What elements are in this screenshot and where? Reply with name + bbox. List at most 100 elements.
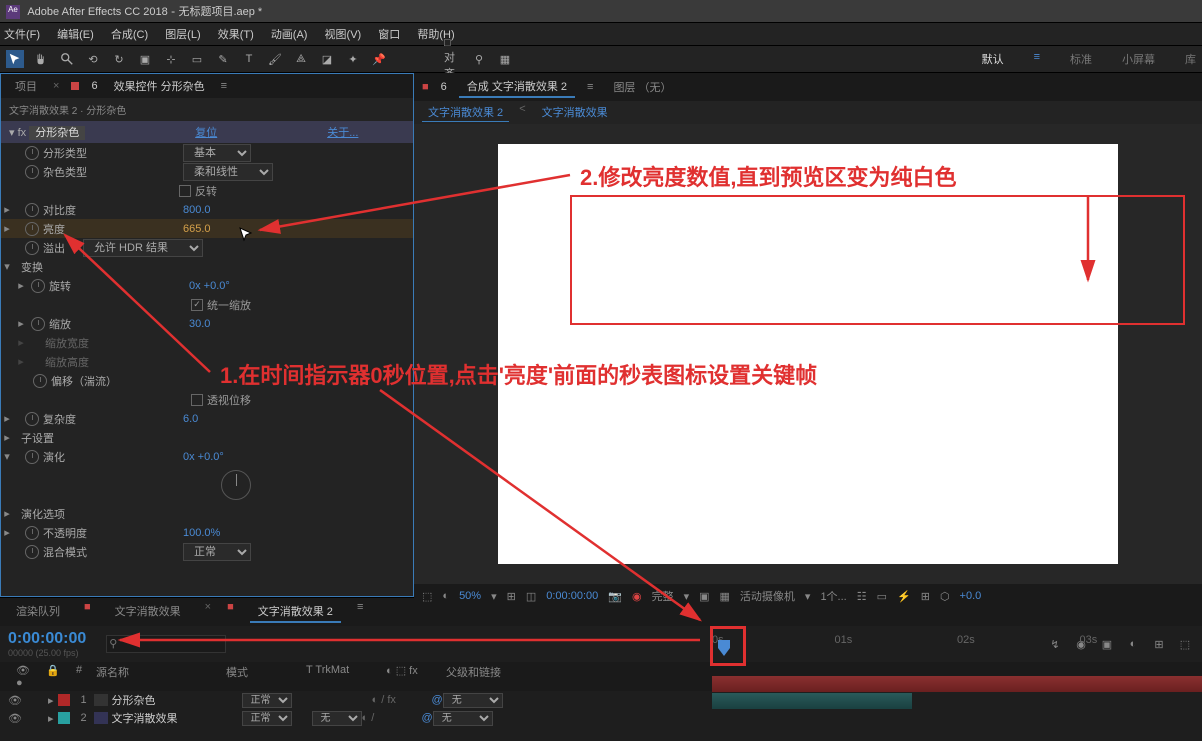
- search-icon[interactable]: ⚲: [470, 50, 488, 68]
- expand-arrow-icon[interactable]: ▾: [1, 260, 13, 273]
- zoom-tool[interactable]: [58, 50, 76, 68]
- expand-arrow-icon[interactable]: ▸: [1, 203, 13, 216]
- tab-comp2[interactable]: 文字消散效果 2: [250, 601, 341, 623]
- pixel-aspect-icon[interactable]: ▭: [877, 590, 887, 603]
- tab-composition[interactable]: 合成 文字消散效果 2: [459, 76, 575, 98]
- subtab-comp1[interactable]: 文字消散效果: [536, 103, 614, 122]
- camera-tool[interactable]: ▣: [136, 50, 154, 68]
- orbit-tool[interactable]: ⟲: [84, 50, 102, 68]
- stopwatch-icon[interactable]: [25, 545, 39, 559]
- tab-comp1[interactable]: 文字消散效果: [107, 601, 189, 623]
- layer-parent-select[interactable]: 无: [443, 693, 503, 708]
- pen-tool[interactable]: ✎: [214, 50, 232, 68]
- expand-arrow-icon[interactable]: ▸: [1, 526, 13, 539]
- noise-type-select[interactable]: 柔和线性: [183, 163, 273, 181]
- ws-standard[interactable]: 标准: [1070, 51, 1092, 67]
- anchor-tool[interactable]: ⊹: [162, 50, 180, 68]
- layer-color-icon[interactable]: [58, 694, 70, 706]
- menu-file[interactable]: 文件(F): [4, 29, 40, 41]
- timeline-icon[interactable]: ⊞: [921, 590, 930, 603]
- trkmat-select[interactable]: 无: [312, 711, 362, 726]
- stopwatch-icon[interactable]: [25, 203, 39, 217]
- snapshot-icon[interactable]: 📷: [608, 590, 622, 603]
- hand-tool[interactable]: [32, 50, 50, 68]
- layer-mode-select[interactable]: 正常: [242, 693, 292, 708]
- complexity-value[interactable]: 6.0: [183, 413, 198, 425]
- exposure-value[interactable]: +0.0: [960, 590, 982, 602]
- rotation-value[interactable]: 0x +0.0°: [189, 280, 230, 292]
- subtab-comp2[interactable]: 文字消散效果 2: [422, 103, 509, 122]
- time-ruler[interactable]: 0s 01s 02s 03s: [712, 634, 1202, 654]
- menu-window[interactable]: 窗口: [378, 29, 400, 41]
- tab-fx-controls[interactable]: 效果控件 分形杂色: [106, 76, 213, 96]
- timeline-search[interactable]: [106, 635, 226, 653]
- expand-arrow-icon[interactable]: ▸: [1, 507, 13, 520]
- expand-arrow-icon[interactable]: ▸: [15, 317, 27, 330]
- menu-comp[interactable]: 合成(C): [111, 29, 148, 41]
- expand-arrow-icon[interactable]: ▾: [1, 450, 13, 463]
- scale-value[interactable]: 30.0: [189, 318, 210, 330]
- opacity-value[interactable]: 100.0%: [183, 527, 220, 539]
- fx-reset-link[interactable]: 复位: [195, 124, 217, 140]
- rotate-tool[interactable]: ↻: [110, 50, 128, 68]
- fractal-type-select[interactable]: 基本: [183, 144, 251, 162]
- playhead-icon[interactable]: [718, 640, 730, 660]
- layer-bar[interactable]: [712, 676, 1202, 692]
- viewer-timecode[interactable]: 0:00:00:00: [546, 590, 598, 602]
- evolution-dial[interactable]: [221, 470, 251, 500]
- flowchart-icon[interactable]: ⬡: [940, 590, 950, 603]
- layer-name[interactable]: 文字消散效果: [112, 710, 242, 726]
- tab-render-queue[interactable]: 渲染队列: [8, 601, 68, 623]
- layer-parent-select[interactable]: 无: [433, 711, 493, 726]
- stopwatch-icon[interactable]: [25, 165, 39, 179]
- uniform-scale-checkbox[interactable]: ✓: [191, 299, 203, 311]
- expand-arrow-icon[interactable]: ▸: [15, 279, 27, 292]
- zoom-level[interactable]: 50%: [459, 590, 481, 602]
- stopwatch-icon[interactable]: [25, 241, 39, 255]
- region-icon[interactable]: ▣: [699, 590, 709, 603]
- perspective-checkbox[interactable]: [191, 394, 203, 406]
- brush-tool[interactable]: 🖌: [266, 50, 284, 68]
- mask-icon[interactable]: ◐: [442, 590, 449, 602]
- current-timecode[interactable]: 0:00:00:00: [8, 630, 86, 648]
- stopwatch-icon[interactable]: [25, 450, 39, 464]
- menu-layer[interactable]: 图层(L): [165, 29, 200, 41]
- expand-arrow-icon[interactable]: ▸: [1, 412, 13, 425]
- evolution-value[interactable]: 0x +0.0°: [183, 451, 224, 463]
- shape-tool[interactable]: ▭: [188, 50, 206, 68]
- view-options-icon[interactable]: ☷: [857, 590, 867, 603]
- ws-small[interactable]: 小屏幕: [1122, 51, 1155, 67]
- brightness-value[interactable]: 665.0: [183, 223, 211, 235]
- zoom-icon[interactable]: ⬚: [422, 590, 432, 603]
- transparency-icon[interactable]: ▦: [720, 590, 730, 603]
- blend-mode-select[interactable]: 正常: [183, 543, 251, 561]
- roto-tool[interactable]: ✦: [344, 50, 362, 68]
- layer-mode-select[interactable]: 正常: [242, 711, 292, 726]
- puppet-tool[interactable]: 📌: [370, 50, 388, 68]
- invert-checkbox[interactable]: [179, 185, 191, 197]
- composition-viewer[interactable]: [414, 124, 1202, 584]
- expand-arrow-icon[interactable]: ▸: [1, 431, 13, 444]
- views-select[interactable]: 1个...: [820, 588, 846, 604]
- camera-select[interactable]: 活动摄像机: [740, 588, 795, 604]
- menu-anim[interactable]: 动画(A): [271, 29, 308, 41]
- snap-toggle[interactable]: □ 对齐: [444, 50, 462, 68]
- guides-icon[interactable]: ◫: [526, 590, 536, 603]
- channel-icon[interactable]: ◉: [632, 590, 642, 603]
- expand-arrow-icon[interactable]: ▸: [1, 222, 13, 235]
- overflow-select[interactable]: 允许 HDR 结果: [83, 239, 203, 257]
- eraser-tool[interactable]: ◪: [318, 50, 336, 68]
- brightness-stopwatch[interactable]: [25, 222, 39, 236]
- stopwatch-icon[interactable]: [31, 317, 45, 331]
- layer-name[interactable]: 分形杂色: [112, 692, 242, 708]
- stopwatch-icon[interactable]: [25, 146, 39, 160]
- menu-edit[interactable]: 编辑(E): [57, 29, 94, 41]
- fx-about-link[interactable]: 关于...: [327, 124, 358, 140]
- tab-layer[interactable]: 图层 （无）: [605, 77, 679, 97]
- stopwatch-icon[interactable]: [31, 279, 45, 293]
- timeline-layer[interactable]: 👁 ▸ 2 文字消散效果 正常 无 ◐ / @ 无: [0, 709, 1202, 727]
- contrast-value[interactable]: 800.0: [183, 204, 211, 216]
- tab-project[interactable]: 项目: [7, 76, 45, 96]
- stopwatch-icon[interactable]: [33, 374, 47, 388]
- text-tool[interactable]: T: [240, 50, 258, 68]
